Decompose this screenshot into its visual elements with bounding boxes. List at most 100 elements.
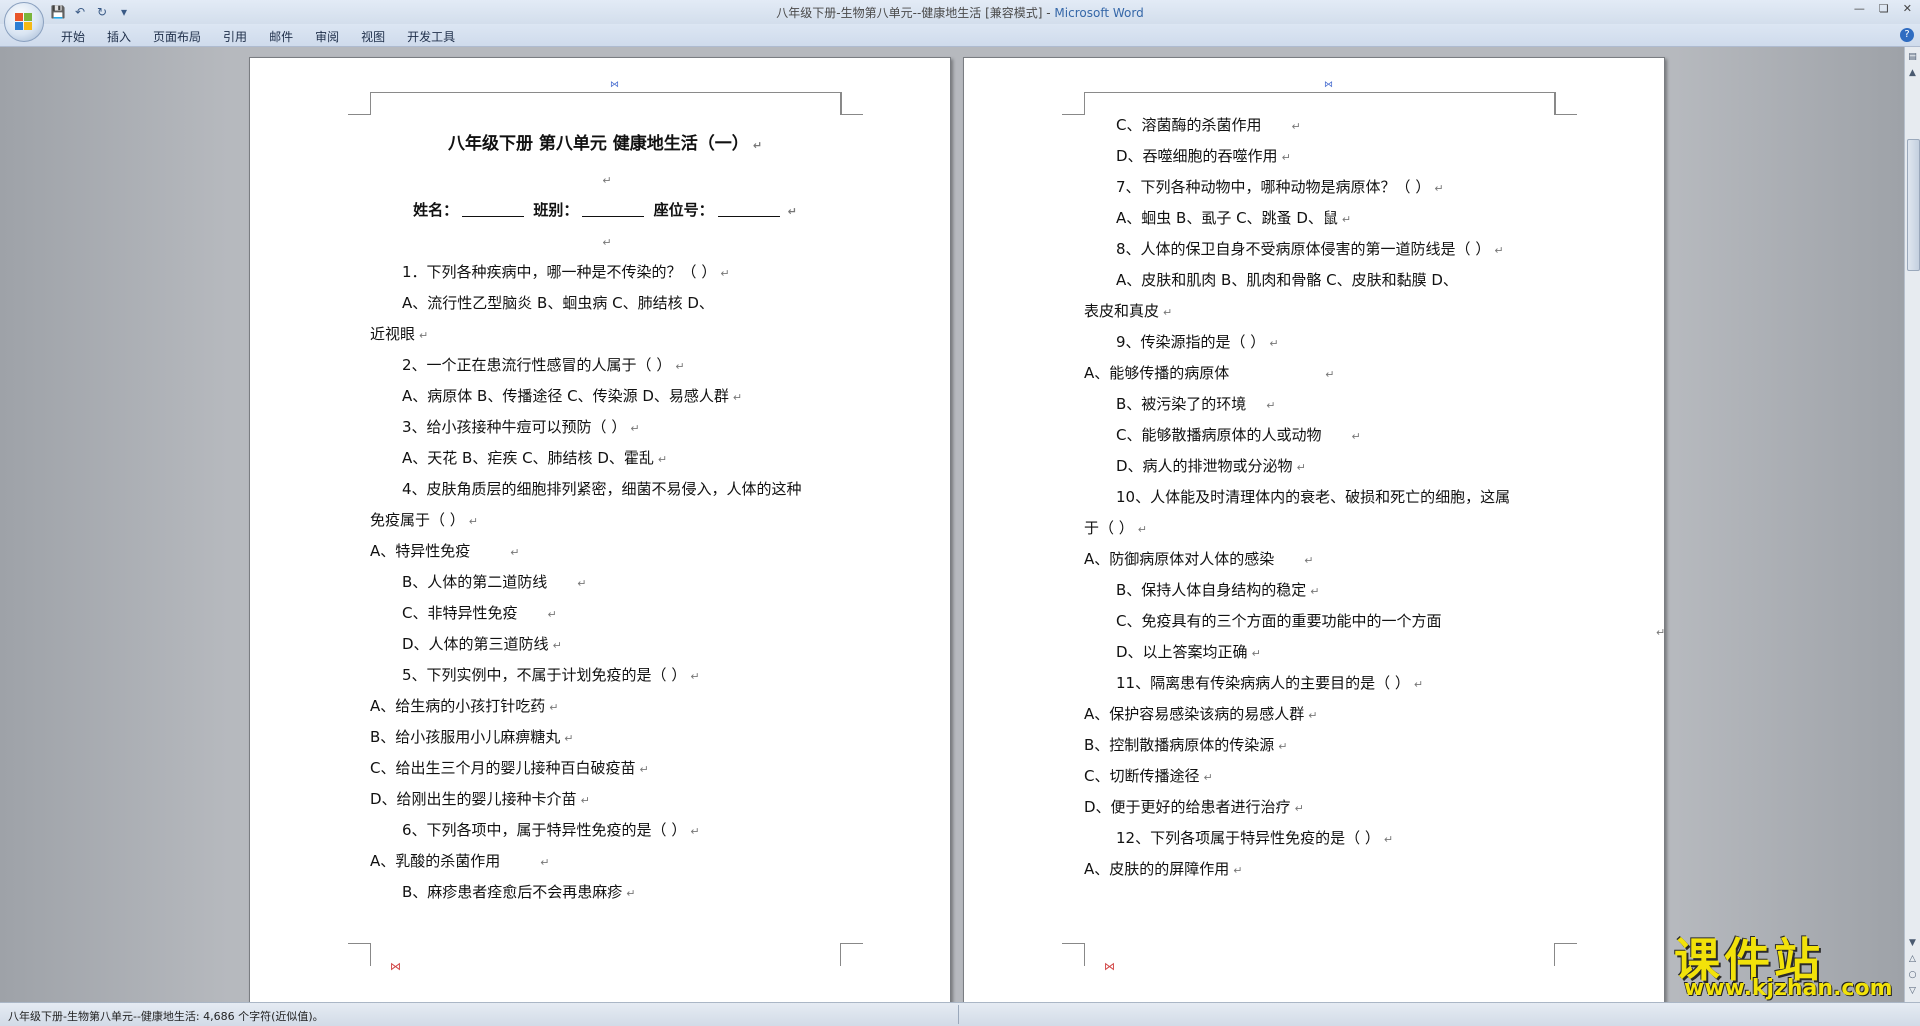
site-watermark-logo: 课件站 www.kjzhan.com [1670,922,1906,1004]
option-line: D、人体的第三道防线 ↵ [402,635,562,653]
question-line: 11、隔离患有传染病病人的主要目的是（ ） ↵ [1116,674,1424,692]
scroll-down-icon[interactable]: ▼ [1907,937,1918,949]
option-line: A、天花 B、疟疾 C、肺结核 D、霍乱 ↵ [402,449,668,467]
crop-mark [840,943,863,966]
scroll-up-icon[interactable]: ▲ [1907,67,1918,79]
footer-anchor-icon: ⋈ [1104,960,1115,973]
question-line: 5、下列实例中，不属于计划免疫的是（ ） ↵ [402,666,700,684]
question-line: 8、人体的保卫自身不受病原体侵害的第一道防线是（ ） ↵ [1116,240,1504,258]
question-line: 免疫属于（ ） ↵ [370,511,478,529]
option-line: 近视眼 ↵ [370,325,429,343]
question-line: 9、传染源指的是（ ） ↵ [1116,333,1279,351]
option-line: A、蛔虫 B、虱子 C、跳蚤 D、鼠 ↵ [1116,209,1352,227]
crop-mark [1554,92,1577,115]
question-line: 1．下列各种疾病中，哪一种是不传染的？（ ） ↵ [402,263,730,281]
window-controls: — ❏ ✕ [1854,2,1912,15]
tab-view[interactable]: 视图 [350,26,396,47]
option-line: B、麻疹患者痊愈后不会再患麻疹 ↵ [402,883,636,901]
option-line: D、吞噬细胞的吞噬作用 ↵ [1116,147,1291,165]
question-line: 2、一个正在患流行性感冒的人属于（ ） ↵ [402,356,685,374]
option-line: B、被污染了的环境 ↵ [1116,395,1276,413]
close-icon[interactable]: ✕ [1903,2,1912,15]
option-line: D、以上答案均正确 ↵ [1116,643,1261,661]
option-line: C、非特异性免疫 ↵ [402,604,557,622]
class-blank[interactable] [582,202,645,217]
question-line: 3、给小孩接种牛痘可以预防（ ） ↵ [402,418,640,436]
header-border [370,92,842,115]
document-title: 八年级下册-生物第八单元--健康地生活 [兼容模式] [776,6,1043,20]
name-blank[interactable] [462,202,525,217]
status-divider [958,1005,959,1024]
ruler-toggle-icon[interactable]: ▤ [1907,51,1918,63]
option-line: C、溶菌酶的杀菌作用 ↵ [1116,116,1301,134]
option-line: A、防御病原体对人体的感染 ↵ [1084,550,1314,568]
previous-page-icon[interactable]: △ [1907,953,1918,965]
option-line: A、保护容易感染该病的易感人群 ↵ [1084,705,1318,723]
question-line: 12、下列各项属于特异性免疫的是（ ） ↵ [1116,829,1394,847]
student-info-line: 姓名： 班别： 座位号： ↵ [413,201,797,219]
title-bar: 💾 ↶ ↻ ▾ 八年级下册-生物第八单元--健康地生活 [兼容模式] - Mic… [0,0,1920,25]
option-line: A、给生病的小孩打针吃药 ↵ [370,697,559,715]
option-line: A、皮肤和肌肉 B、肌肉和骨骼 C、皮肤和黏膜 D、 [1116,271,1458,289]
scrollbar-thumb[interactable] [1907,139,1920,271]
word-count-status[interactable]: 八年级下册-生物第八单元--健康地生活: 4,686 个字符(近似值)。 [8,1008,324,1024]
help-icon[interactable]: ? [1900,28,1914,42]
option-line: D、给刚出生的婴儿接种卡介苗 ↵ [370,790,590,808]
tab-developer[interactable]: 开发工具 [396,26,466,47]
status-bar: 八年级下册-生物第八单元--健康地生活: 4,686 个字符(近似值)。 [0,1002,1920,1026]
document-workspace: ⋈ 八年级下册 第八单元 健康地生活（一） ↵ ↵ 姓名： 班别： 座位号： ↵ ↵… [0,47,1904,1002]
footer-anchor-icon: ⋈ [390,960,401,973]
option-line: C、给出生三个月的婴儿接种百白破疫苗 ↵ [370,759,649,777]
option-line: C、免疫具有的三个方面的重要功能中的一个方面 [1116,612,1442,630]
paragraph-mark: ↵ [1656,626,1666,639]
header-anchor-icon: ⋈ [1324,80,1333,90]
crop-mark [1554,943,1577,966]
option-line: A、能够传播的病原体 ↵ [1084,364,1335,382]
seat-blank[interactable] [717,202,780,217]
empty-paragraph: ↵ [602,236,612,249]
question-line: 于（ ） ↵ [1084,519,1147,537]
crop-mark [1062,92,1085,115]
ribbon: 开始 插入 页面布局 引用 邮件 审阅 视图 开发工具 ? [0,24,1920,47]
tab-review[interactable]: 审阅 [304,26,350,47]
crop-mark [348,92,371,115]
page-2[interactable]: ⋈ C、溶菌酶的杀菌作用 ↵ D、吞噬细胞的吞噬作用 ↵ 7、下列各种动物中，哪种动… [963,57,1665,1002]
crop-mark [348,943,371,966]
empty-paragraph: ↵ [602,174,612,187]
option-line: A、病原体 B、传播途径 C、传染源 D、易感人群 ↵ [402,387,743,405]
browse-object-icon[interactable]: ○ [1907,969,1918,981]
ribbon-tabs: 开始 插入 页面布局 引用 邮件 审阅 视图 开发工具 [50,26,466,47]
tab-references[interactable]: 引用 [212,26,258,47]
restore-icon[interactable]: ❏ [1879,2,1889,15]
vertical-scrollbar[interactable]: ▤ ▲ ▼ △ ○ ▽ [1904,47,1920,1002]
seat-label: 座位号： [653,201,714,219]
option-line: C、切断传播途径 ↵ [1084,767,1213,785]
option-line: D、便于更好的给患者进行治疗 ↵ [1084,798,1304,816]
window-title: 八年级下册-生物第八单元--健康地生活 [兼容模式] - Microsoft W… [0,4,1920,21]
page-2-body: C、溶菌酶的杀菌作用 ↵ D、吞噬细胞的吞噬作用 ↵ 7、下列各种动物中，哪种动物是… [1084,110,1554,885]
option-line: A、皮肤的的屏障作用 ↵ [1084,860,1243,878]
tab-mailings[interactable]: 邮件 [258,26,304,47]
tab-insert[interactable]: 插入 [96,26,142,47]
title-separator: - [1042,6,1055,20]
question-line: 4、皮肤角质层的细胞排列紧密，细菌不易侵入，人体的这种 [402,480,802,498]
question-line: 6、下列各项中，属于特异性免疫的是（ ） ↵ [402,821,700,839]
office-button[interactable] [4,2,44,42]
option-line: A、特异性免疫 ↵ [370,542,520,560]
option-line: B、控制散播病原体的传染源 ↵ [1084,736,1288,754]
page-1[interactable]: ⋈ 八年级下册 第八单元 健康地生活（一） ↵ ↵ 姓名： 班别： 座位号： ↵ ↵… [249,57,951,1002]
option-line: D、病人的排泄物或分泌物 ↵ [1116,457,1306,475]
next-page-icon[interactable]: ▽ [1907,985,1918,997]
crop-mark [1062,943,1085,966]
tab-page-layout[interactable]: 页面布局 [142,26,212,47]
option-line: B、人体的第二道防线 ↵ [402,573,587,591]
page-1-body: 八年级下册 第八单元 健康地生活（一） ↵ ↵ 姓名： 班别： 座位号： ↵ ↵ 1… [370,120,840,908]
app-name: Microsoft Word [1054,6,1144,20]
option-line: A、流行性乙型脑炎 B、蛔虫病 C、肺结核 D、 [402,294,714,312]
name-label: 姓名： [413,201,459,219]
minimize-icon[interactable]: — [1854,2,1865,15]
document-heading: 八年级下册 第八单元 健康地生活（一） ↵ [447,134,763,154]
tab-home[interactable]: 开始 [50,26,96,47]
header-anchor-icon: ⋈ [610,80,619,90]
question-line: 10、人体能及时清理体内的衰老、破损和死亡的细胞，这属 [1116,488,1511,506]
